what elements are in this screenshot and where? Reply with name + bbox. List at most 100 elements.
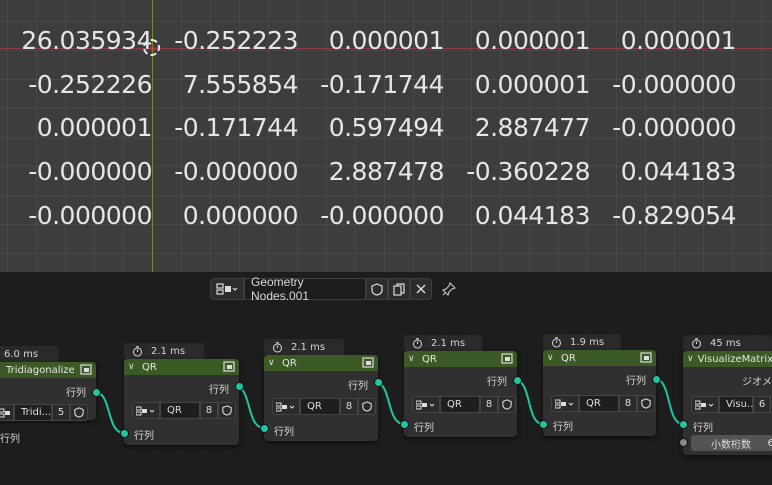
node-tree-browse-button[interactable] <box>412 396 440 413</box>
input-socket-label: 行列 <box>274 427 294 438</box>
node-group-icon <box>223 361 235 372</box>
node-tridiagonalize[interactable]: Tridiagonalize 行列 Tridi... 5 行列 <box>0 362 96 445</box>
input-socket[interactable] <box>679 420 688 429</box>
node-group-name-field[interactable]: Visu... <box>719 396 756 413</box>
node-group-icon <box>362 357 374 368</box>
matrix-cell: 0.044183 <box>474 201 591 230</box>
chevron-down-icon[interactable]: ∨ <box>268 358 278 368</box>
matrix-cell: -0.000000 <box>320 201 444 230</box>
matrix-cell: 0.000001 <box>474 26 591 55</box>
node-qr[interactable]: ∨ QR 行列 QR 8 行列 <box>543 350 656 436</box>
node-link <box>234 385 265 429</box>
node-tree-browse-button[interactable] <box>691 396 719 413</box>
node-tree-icon <box>555 399 574 408</box>
node-title: Tridiagonalize <box>6 364 75 376</box>
node-tree-browse-button[interactable] <box>132 402 160 419</box>
node-group-users-count[interactable]: 8 <box>200 402 218 419</box>
decimal-digits-field[interactable]: 小数桁数 6 <box>691 435 772 451</box>
node-header[interactable]: ∨ QR <box>404 351 517 367</box>
node-group-selector[interactable]: QR 8 <box>272 398 376 415</box>
node-qr[interactable]: ∨ QR 行列 QR 8 行列 <box>124 359 239 445</box>
shield-icon <box>362 401 372 412</box>
node-group-selector[interactable]: QR 8 <box>132 402 236 419</box>
chevron-down-icon[interactable]: ∨ <box>128 362 138 372</box>
node-visualize-matrix[interactable]: ∨ VisualizeMatrix ジオメ Visu... 6 行列 小数桁数 … <box>683 351 772 455</box>
shield-icon <box>641 398 651 409</box>
chevron-down-icon[interactable]: ∨ <box>408 354 418 364</box>
node-tree-browse-button[interactable] <box>272 398 300 415</box>
node-group-name-field[interactable]: QR <box>300 398 340 415</box>
input-socket-label: 行列 <box>134 431 154 442</box>
node-header[interactable]: ∨ QR <box>124 359 239 375</box>
node-title: QR <box>282 357 297 369</box>
node-tree-icon <box>0 408 10 417</box>
node-tree-browse-button[interactable] <box>551 395 579 412</box>
input-socket[interactable] <box>400 420 409 429</box>
node-header[interactable]: ∨ QR <box>264 355 378 371</box>
matrix-cell: 0.000001 <box>474 70 591 99</box>
fake-user-button[interactable] <box>637 395 655 412</box>
timer-icon <box>272 341 283 353</box>
node-timing: 45 ms <box>683 335 772 351</box>
node-qr[interactable]: ∨ QR 行列 QR 8 行列 <box>404 351 517 437</box>
fake-user-button[interactable] <box>70 404 88 421</box>
node-tree-browse-button[interactable] <box>0 404 14 421</box>
node-tree-icon <box>695 400 714 409</box>
chevron-down-icon[interactable]: ∨ <box>687 354 694 364</box>
field-value: 6 <box>767 437 772 449</box>
node-link <box>374 381 405 425</box>
node-tree-icon <box>276 402 295 411</box>
node-header[interactable]: Tridiagonalize <box>0 362 96 378</box>
timer-icon <box>691 337 702 349</box>
matrix-cell: 0.597494 <box>328 113 445 142</box>
output-socket-label: 行列 <box>626 376 646 387</box>
node-header[interactable]: ∨ QR <box>543 350 656 366</box>
output-socket[interactable] <box>513 376 522 385</box>
node-group-selector[interactable]: Visu... 6 <box>691 396 771 413</box>
input-socket[interactable] <box>679 438 688 447</box>
node-timing: 2.1 ms <box>404 335 482 351</box>
output-socket-label: 行列 <box>66 388 86 399</box>
node-group-users-count[interactable]: 8 <box>340 398 358 415</box>
node-group-users-count[interactable]: 5 <box>52 404 70 421</box>
output-socket[interactable] <box>92 388 101 397</box>
shield-icon <box>222 405 232 416</box>
node-group-name-field[interactable]: Tridi... <box>14 404 52 421</box>
chevron-down-icon[interactable]: ∨ <box>547 353 557 363</box>
node-group-name-field[interactable]: QR <box>440 396 480 413</box>
node-group-selector[interactable]: QR 8 <box>551 395 655 412</box>
shield-icon <box>502 399 512 410</box>
3d-cursor-icon[interactable] <box>143 39 160 56</box>
node-group-users-count[interactable]: 8 <box>480 396 498 413</box>
output-socket[interactable] <box>374 378 383 387</box>
matrix-cell: -0.000000 <box>28 201 152 230</box>
timer-icon <box>551 336 562 348</box>
input-socket[interactable] <box>539 420 548 429</box>
output-socket-label: ジオメ <box>742 377 772 388</box>
node-group-users-count[interactable]: 6 <box>753 396 771 413</box>
node-header[interactable]: ∨ VisualizeMatrix <box>683 351 772 367</box>
input-socket[interactable] <box>120 429 129 438</box>
node-group-users-count[interactable]: 8 <box>619 395 637 412</box>
timer-icon <box>132 345 143 357</box>
node-link <box>514 379 544 425</box>
input-socket[interactable] <box>260 424 269 433</box>
matrix-cell: -0.829054 <box>612 201 736 230</box>
node-group-selector[interactable]: QR 8 <box>412 396 516 413</box>
fake-user-button[interactable] <box>218 402 236 419</box>
node-group-name-field[interactable]: QR <box>160 402 200 419</box>
output-socket[interactable] <box>235 382 244 391</box>
node-editor[interactable]: Geometry Nodes.001 6.0 ms Tridiagonalize… <box>0 272 772 485</box>
output-socket[interactable] <box>652 375 661 384</box>
node-qr[interactable]: ∨ QR 行列 QR 8 行列 <box>264 355 378 441</box>
matrix-cell: 7.555854 <box>182 70 299 99</box>
node-group-selector[interactable]: Tridi... 5 <box>0 404 88 421</box>
node-title: QR <box>142 361 157 373</box>
matrix-cell: -0.171744 <box>320 70 444 99</box>
node-group-name-field[interactable]: QR <box>579 395 619 412</box>
3d-viewport[interactable]: 26.035934 -0.252223 0.000001 0.000001 0.… <box>0 0 772 272</box>
matrix-cell: -0.252226 <box>28 70 152 99</box>
fake-user-button[interactable] <box>358 398 376 415</box>
node-title: QR <box>422 353 437 365</box>
fake-user-button[interactable] <box>498 396 516 413</box>
